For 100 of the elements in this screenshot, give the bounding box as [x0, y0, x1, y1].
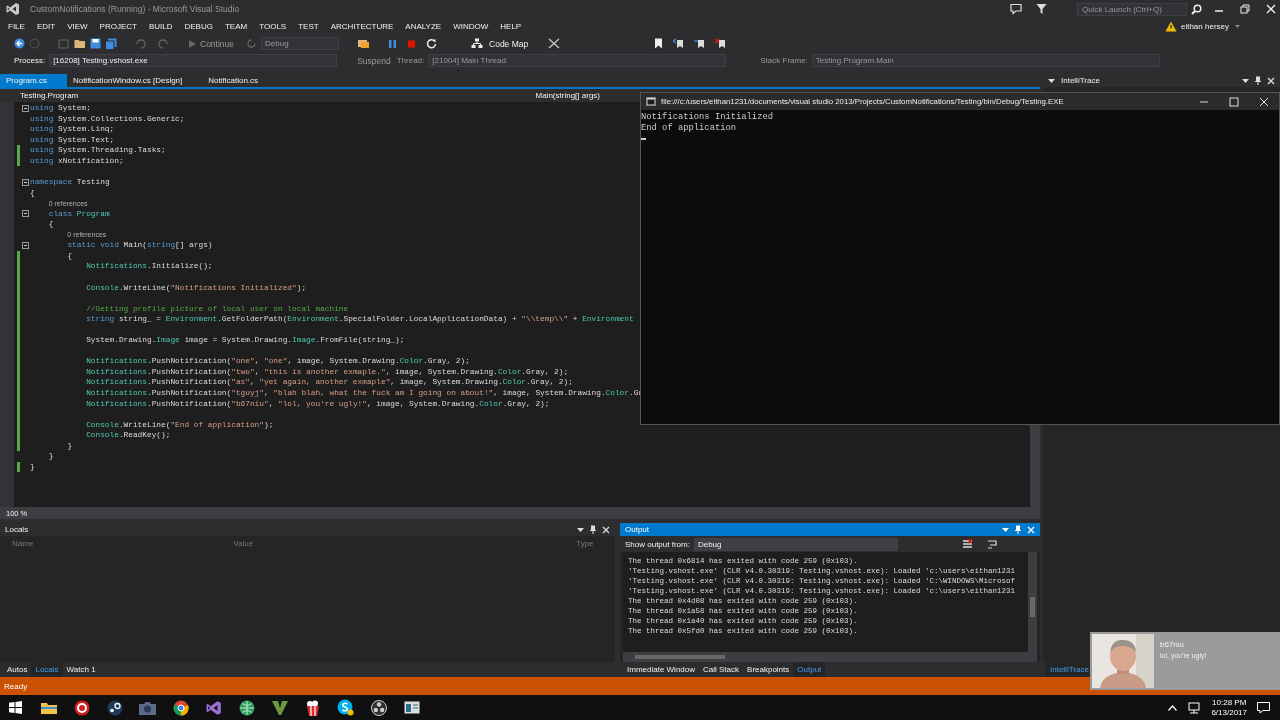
code-map-icon[interactable]: [471, 38, 484, 49]
user-name[interactable]: eithan hersey: [1180, 22, 1229, 31]
menu-item[interactable]: PROJECT: [93, 22, 143, 31]
maximize-icon[interactable]: [1229, 96, 1239, 107]
clear-all-icon[interactable]: [961, 538, 973, 550]
clock-date[interactable]: 6/13/2017: [1211, 707, 1247, 718]
pin-icon[interactable]: [1015, 525, 1021, 534]
panel-tab[interactable]: Watch 1: [62, 662, 100, 677]
save-icon[interactable]: [90, 38, 101, 49]
scrollbar-thumb[interactable]: [635, 655, 725, 659]
feedback-icon[interactable]: [1010, 3, 1022, 15]
chevron-up-icon[interactable]: [1168, 704, 1178, 711]
panel-tab[interactable]: Output: [793, 662, 826, 677]
menu-item[interactable]: ANALYZE: [399, 22, 448, 31]
suspend-button[interactable]: Suspend: [355, 55, 393, 66]
member-navigation-dropdown[interactable]: Main(string[] args): [535, 89, 600, 102]
configuration-dropdown[interactable]: Debug: [261, 37, 340, 50]
folder-icon[interactable]: [74, 38, 86, 49]
process-label: Process:: [14, 56, 46, 65]
visual-studio-icon[interactable]: [205, 699, 222, 716]
restore-icon[interactable]: [1240, 4, 1250, 14]
back-icon[interactable]: [14, 38, 25, 49]
close-icon[interactable]: [1266, 4, 1276, 14]
console-output-line: Notifications Initialized: [641, 112, 774, 123]
panel-tab[interactable]: Immediate Window: [623, 662, 700, 677]
warning-icon: [1164, 21, 1177, 32]
next-bookmark-icon[interactable]: [694, 38, 706, 49]
skype-icon[interactable]: [337, 699, 354, 716]
menu-item[interactable]: TEST: [292, 22, 325, 31]
panel-tab[interactable]: Locals: [31, 662, 63, 677]
window-app-icon[interactable]: [403, 701, 420, 714]
pin-icon[interactable]: [590, 525, 596, 534]
panel-tab[interactable]: Call Stack: [699, 662, 744, 677]
dropdown-icon[interactable]: [1242, 78, 1249, 83]
continue-button[interactable]: Continue: [187, 38, 237, 49]
globe-icon[interactable]: [238, 699, 255, 716]
dropdown-icon[interactable]: [1048, 78, 1055, 83]
clock-time[interactable]: 10:28 PM: [1212, 697, 1247, 708]
camera-icon[interactable]: [139, 700, 156, 715]
column-header[interactable]: Name: [12, 538, 34, 548]
word-wrap-icon[interactable]: [986, 538, 998, 550]
filter-icon[interactable]: [1036, 3, 1047, 15]
browser-icon[interactable]: [172, 699, 189, 716]
menu-item[interactable]: TEAM: [218, 22, 254, 31]
panel-tab[interactable]: Breakpoints: [743, 662, 794, 677]
pin-icon[interactable]: [1255, 76, 1261, 85]
start-icon[interactable]: [9, 701, 22, 714]
thread-dropdown[interactable]: [21004] Main Thread: [428, 54, 727, 67]
close-icon[interactable]: [602, 525, 610, 534]
attach-icon[interactable]: [357, 37, 371, 50]
stack-frame-dropdown[interactable]: Testing.Program.Main: [811, 54, 1160, 67]
menu-item[interactable]: WINDOW: [447, 22, 495, 31]
vertical-scrollbar[interactable]: [1028, 552, 1037, 652]
clear-bookmarks-icon[interactable]: [715, 38, 727, 49]
collapse-icon[interactable]: [22, 178, 29, 186]
play-icon: [189, 39, 196, 48]
menu-item[interactable]: ARCHITECTURE: [324, 22, 400, 31]
menu-item[interactable]: TOOLS: [253, 22, 293, 31]
process-dropdown[interactable]: [16208] Testing.vshost.exe: [49, 54, 338, 67]
notifications-icon[interactable]: [1257, 701, 1270, 714]
save-all-icon[interactable]: [105, 37, 117, 50]
bookmark-icon[interactable]: [654, 38, 664, 49]
quick-launch-field[interactable]: Quick Launch (Ctrl+Q): [1077, 2, 1187, 16]
dropdown-icon[interactable]: [1002, 527, 1009, 532]
document-tab[interactable]: Notification.cs: [202, 74, 279, 87]
popcorn-icon[interactable]: [305, 699, 320, 716]
close-icon[interactable]: [1267, 76, 1275, 85]
document-tab[interactable]: Program.cs: [0, 74, 67, 87]
code-map-button[interactable]: Code Map: [487, 38, 531, 49]
close-icon[interactable]: [1259, 96, 1269, 107]
stop-icon[interactable]: [407, 38, 417, 49]
scrollbar-thumb[interactable]: [1030, 597, 1035, 617]
menu-item[interactable]: HELP: [494, 22, 528, 31]
pause-icon[interactable]: [388, 38, 398, 49]
menu-item[interactable]: BUILD: [142, 22, 179, 31]
column-header[interactable]: Type: [576, 538, 594, 548]
document-tab[interactable]: NotificationWindow.cs [Design]: [66, 74, 203, 87]
previous-bookmark-icon[interactable]: [673, 38, 685, 49]
folder-icon[interactable]: [40, 700, 57, 715]
collapse-icon[interactable]: [22, 104, 29, 112]
output-source-dropdown[interactable]: Debug: [693, 537, 898, 551]
panel-tab[interactable]: Autos: [3, 662, 32, 677]
ring-app-icon[interactable]: [73, 699, 90, 716]
steam-icon[interactable]: [106, 699, 123, 716]
menu-item[interactable]: DEBUG: [178, 22, 219, 31]
column-header[interactable]: Value: [233, 538, 254, 548]
type-navigation-dropdown[interactable]: Testing.Program: [20, 89, 79, 102]
caret-icon[interactable]: [1235, 25, 1240, 28]
menu-item[interactable]: VIEW: [61, 22, 94, 31]
recorder-icon[interactable]: [370, 699, 387, 716]
collapse-icon[interactable]: [22, 241, 29, 249]
collapse-icon[interactable]: [22, 210, 29, 218]
menu-item[interactable]: EDIT: [30, 22, 62, 31]
menu-item[interactable]: FILE: [2, 22, 31, 31]
v-logo-icon[interactable]: [271, 700, 288, 715]
dropdown-icon[interactable]: [577, 527, 584, 532]
horizontal-scrollbar[interactable]: [623, 652, 1037, 662]
network-icon[interactable]: [1187, 701, 1202, 714]
panel-tab[interactable]: IntelliTrace: [1046, 662, 1093, 677]
restart-icon[interactable]: [426, 38, 438, 49]
